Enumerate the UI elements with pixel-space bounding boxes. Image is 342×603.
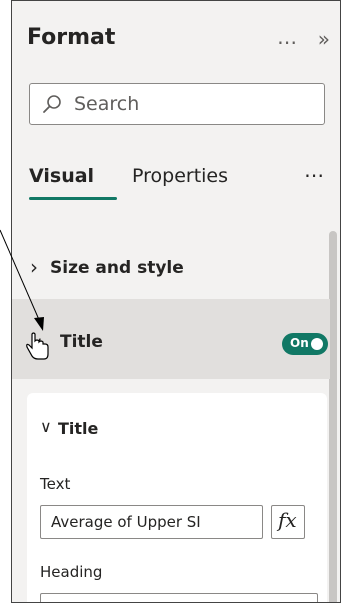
card-title: Title — [58, 419, 99, 438]
pane-header: Format ⋯ » — [27, 25, 330, 61]
active-tab-indicator — [29, 197, 117, 200]
chevron-down-icon: ∨ — [30, 333, 44, 354]
pane-title: Format — [27, 25, 116, 50]
section-title-label: Title — [60, 332, 103, 352]
search-input[interactable]: Search — [29, 83, 325, 125]
tabs-more-icon[interactable]: ⋯ — [304, 163, 326, 187]
section-title[interactable]: ∨ Title On — [12, 299, 330, 379]
text-field-label: Text — [40, 475, 71, 493]
section-size-and-style[interactable]: › Size and style — [12, 241, 328, 297]
heading-select[interactable] — [40, 593, 318, 602]
heading-field-label: Heading — [40, 563, 103, 581]
title-card: ∨ Title Text Average of Upper SI fx Head… — [27, 393, 327, 602]
section-size-and-style-label: Size and style — [50, 258, 184, 278]
fx-button[interactable]: fx — [271, 505, 305, 539]
collapse-pane-icon[interactable]: » — [318, 27, 330, 51]
search-icon — [43, 95, 61, 113]
toggle-knob — [311, 338, 323, 350]
toggle-label: On — [290, 336, 309, 350]
title-toggle[interactable]: On — [282, 333, 328, 355]
format-pane: Format ⋯ » Search Visual Properties ⋯ › … — [11, 0, 341, 603]
chevron-down-icon[interactable]: ∨ — [40, 417, 52, 436]
title-text-input[interactable]: Average of Upper SI — [40, 505, 263, 539]
search-placeholder: Search — [74, 93, 140, 115]
title-text-value: Average of Upper SI — [51, 513, 201, 531]
tab-properties[interactable]: Properties — [132, 165, 228, 187]
chevron-right-icon: › — [30, 255, 38, 279]
tab-bar: Visual Properties ⋯ — [29, 163, 330, 205]
more-options-icon[interactable]: ⋯ — [277, 30, 298, 54]
scrollbar[interactable] — [329, 231, 337, 602]
tab-visual[interactable]: Visual — [29, 165, 94, 187]
fx-icon: fx — [278, 508, 297, 532]
